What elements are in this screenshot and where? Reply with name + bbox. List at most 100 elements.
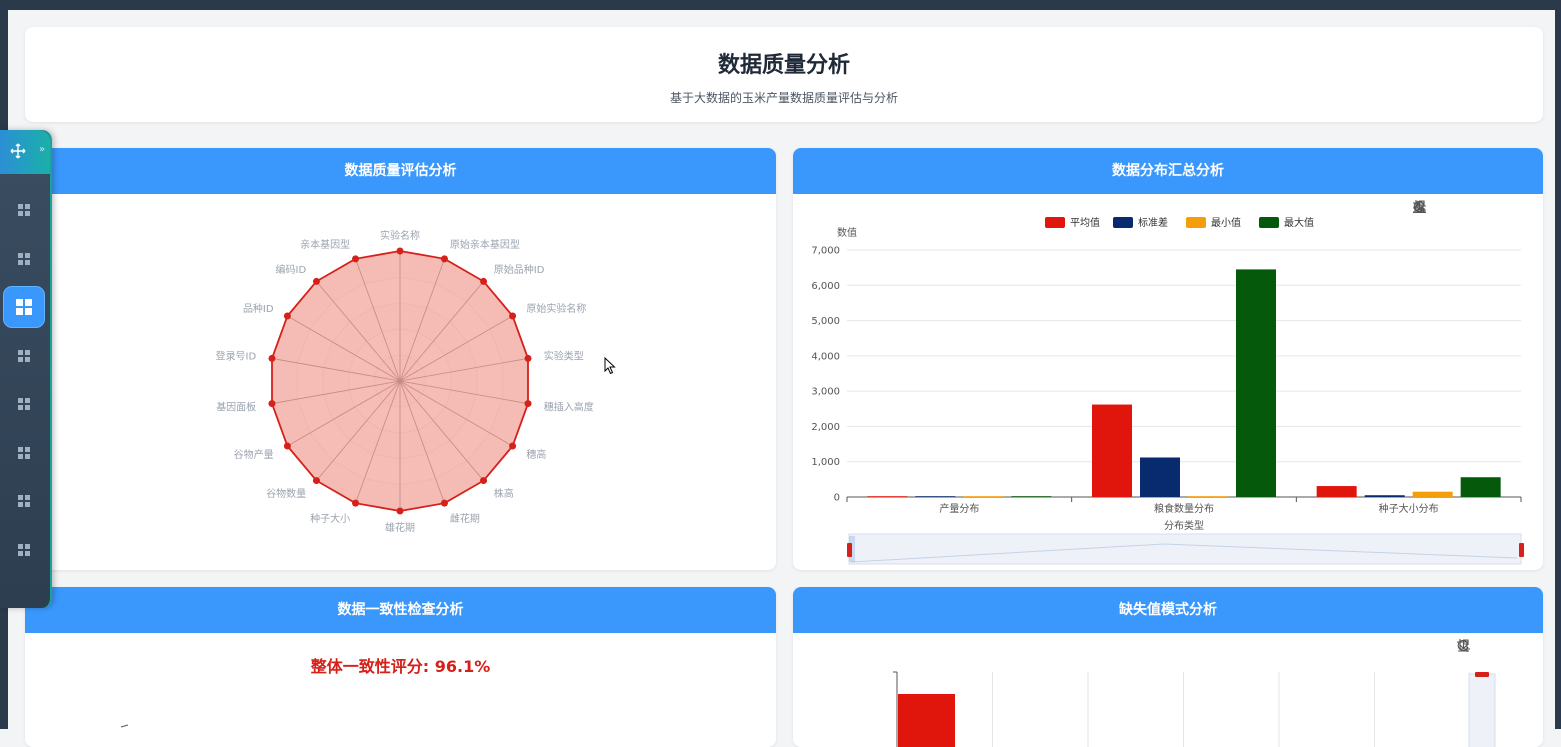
sidebar-item-6[interactable] <box>0 433 48 473</box>
radar-point-12 <box>312 477 320 485</box>
radar-point-11 <box>352 499 360 507</box>
radar-point-9 <box>440 499 448 507</box>
bar-2-2 <box>1140 457 1180 497</box>
zoom-handle-right <box>1519 543 1524 557</box>
radar-indicator-label: 编码ID <box>276 263 307 276</box>
y-axis-label: 数值 <box>837 226 857 239</box>
sidebar-item-5[interactable] <box>0 384 48 424</box>
window-top-bar <box>0 0 1561 10</box>
radar-indicator-label: 原始亲本基因型 <box>450 238 520 251</box>
bar-2-4 <box>1236 269 1276 497</box>
radar-indicator-label: 实验名称 <box>380 229 420 242</box>
radar-indicator-label: 穗插入高度 <box>544 400 594 413</box>
radar-point-17 <box>312 277 320 285</box>
grid-icon <box>18 204 30 216</box>
sidebar-item-3[interactable] <box>0 287 48 327</box>
grid-icon <box>18 349 30 362</box>
x-tick-label: 种子大小分布 <box>1379 502 1439 515</box>
page-subtitle: 基于大数据的玉米产量数据质量评估与分析 <box>669 91 898 105</box>
radar-indicator-label: 雌花期 <box>450 512 480 525</box>
radar-indicator-label: 登录号ID <box>216 350 257 363</box>
radar-indicator-label: 谷物数量 <box>266 487 306 500</box>
bar-chart-icon[interactable] <box>1413 200 1533 215</box>
bar-1-2 <box>915 496 956 497</box>
radar-indicator-label: 基因面板 <box>216 400 256 413</box>
bar-1-3 <box>963 496 1004 497</box>
radar-point-2 <box>440 255 448 263</box>
radar-point-7 <box>509 442 517 450</box>
y-tick-label: 0 <box>834 493 840 504</box>
legend-swatch-1 <box>1045 217 1065 228</box>
sidebar-header: » <box>0 130 50 174</box>
consistency-axis-tick <box>120 724 129 728</box>
radar-indicator-label: 品种ID <box>243 302 274 315</box>
radar-indicator-label: 株高 <box>494 487 514 500</box>
quality-assessment-panel: 数据质量评估分析 实验名称 原始亲本基因型 原始品种ID 原始实验名称 实验类型 穗插入高… <box>25 148 776 570</box>
grid-icon <box>18 252 30 265</box>
y-tick-label: 2,000 <box>811 422 840 433</box>
radar-point-3 <box>480 277 488 285</box>
x-tick-label: 产量分布 <box>939 502 979 515</box>
download-icon[interactable] <box>1414 200 1491 215</box>
sidebar-item-8[interactable] <box>0 530 48 570</box>
bar-1-1 <box>867 496 908 497</box>
distribution-summary-panel: 数据分布汇总分析 平均值 标准差 最小值 最大值 数值 0 1,000 2,000 3,000 4… <box>793 148 1543 570</box>
grid-icon <box>18 398 30 410</box>
bar-1-4 <box>1011 496 1052 497</box>
radar-point-16 <box>283 312 291 320</box>
x-axis-label: 分布类型 <box>1164 519 1204 532</box>
radar-indicator-label: 原始品种ID <box>494 263 545 276</box>
y-tick-label: 5,000 <box>811 316 840 327</box>
bar-3-1 <box>1316 486 1357 497</box>
sidebar-item-7[interactable] <box>0 481 48 521</box>
consistency-check-panel: 数据一致性检查分析 整体一致性评分: 96.1% <box>25 587 776 747</box>
radar-point-4 <box>509 312 517 320</box>
radar-indicator-label: 亲本基因型 <box>300 238 350 251</box>
radar-point-18 <box>352 255 360 263</box>
crop-back-icon[interactable] <box>1414 200 1449 215</box>
legend-swatch-4 <box>1259 217 1279 228</box>
y-tick-label: 1,000 <box>811 457 840 468</box>
line-chart-icon[interactable] <box>1413 200 1512 215</box>
floating-sidebar: » <box>0 130 52 608</box>
move-icon[interactable] <box>10 143 30 161</box>
radar-indicator-label: 原始实验名称 <box>526 302 586 315</box>
grid-icon <box>18 495 30 507</box>
legend-label-1: 平均值 <box>1070 216 1100 229</box>
sidebar-item-4[interactable] <box>0 336 48 376</box>
zoom-slider-track <box>848 533 1522 565</box>
y-tick-label: 7,000 <box>811 246 840 257</box>
sidebar-item-1[interactable] <box>0 190 48 230</box>
distribution-toolbox <box>1413 200 1533 215</box>
y-tick-label: 6,000 <box>811 281 840 292</box>
page-title: 数据质量分析 <box>717 53 850 78</box>
y-tick-label: 3,000 <box>811 387 840 398</box>
radar-point-8 <box>480 477 488 485</box>
restore-icon[interactable] <box>1413 200 1470 215</box>
legend-swatch-3 <box>1186 217 1206 228</box>
radar-point-15 <box>268 354 276 362</box>
radar-point-13 <box>283 442 291 450</box>
missing-bar-1 <box>898 694 955 747</box>
radar-indicator-label: 雄花期 <box>385 521 415 534</box>
radar-indicator-label: 种子大小 <box>310 512 350 525</box>
bar-3-2 <box>1364 495 1405 497</box>
legend-swatch-2 <box>1113 217 1133 228</box>
radar-indicator-label: 实验类型 <box>544 350 584 363</box>
radar-chart: 实验名称原始亲本基因型原始品种ID 原始实验名称实验类型穗插入高度穗高株高雌花期雄… <box>216 229 594 534</box>
expand-icon[interactable]: » <box>39 144 45 155</box>
zoom-handle-left <box>847 543 852 557</box>
y-tick-label: 4,000 <box>811 351 840 362</box>
radar-point-5 <box>524 354 532 362</box>
missing-zoom-handle <box>1475 672 1489 677</box>
bar-2-1 <box>1092 404 1132 497</box>
missing-value-chart <box>893 671 1496 747</box>
grid-icon <box>18 446 30 459</box>
x-tick-label: 粮食数量分布 <box>1154 502 1214 515</box>
page-header: 数据质量分析 基于大数据的玉米产量数据质量评估与分析 <box>25 27 1543 122</box>
sidebar-item-2[interactable] <box>0 239 48 279</box>
radar-point-1 <box>396 247 404 255</box>
bar-3-4 <box>1460 477 1501 497</box>
legend-label-3: 最小值 <box>1211 216 1241 229</box>
mouse-cursor-icon <box>604 357 616 375</box>
